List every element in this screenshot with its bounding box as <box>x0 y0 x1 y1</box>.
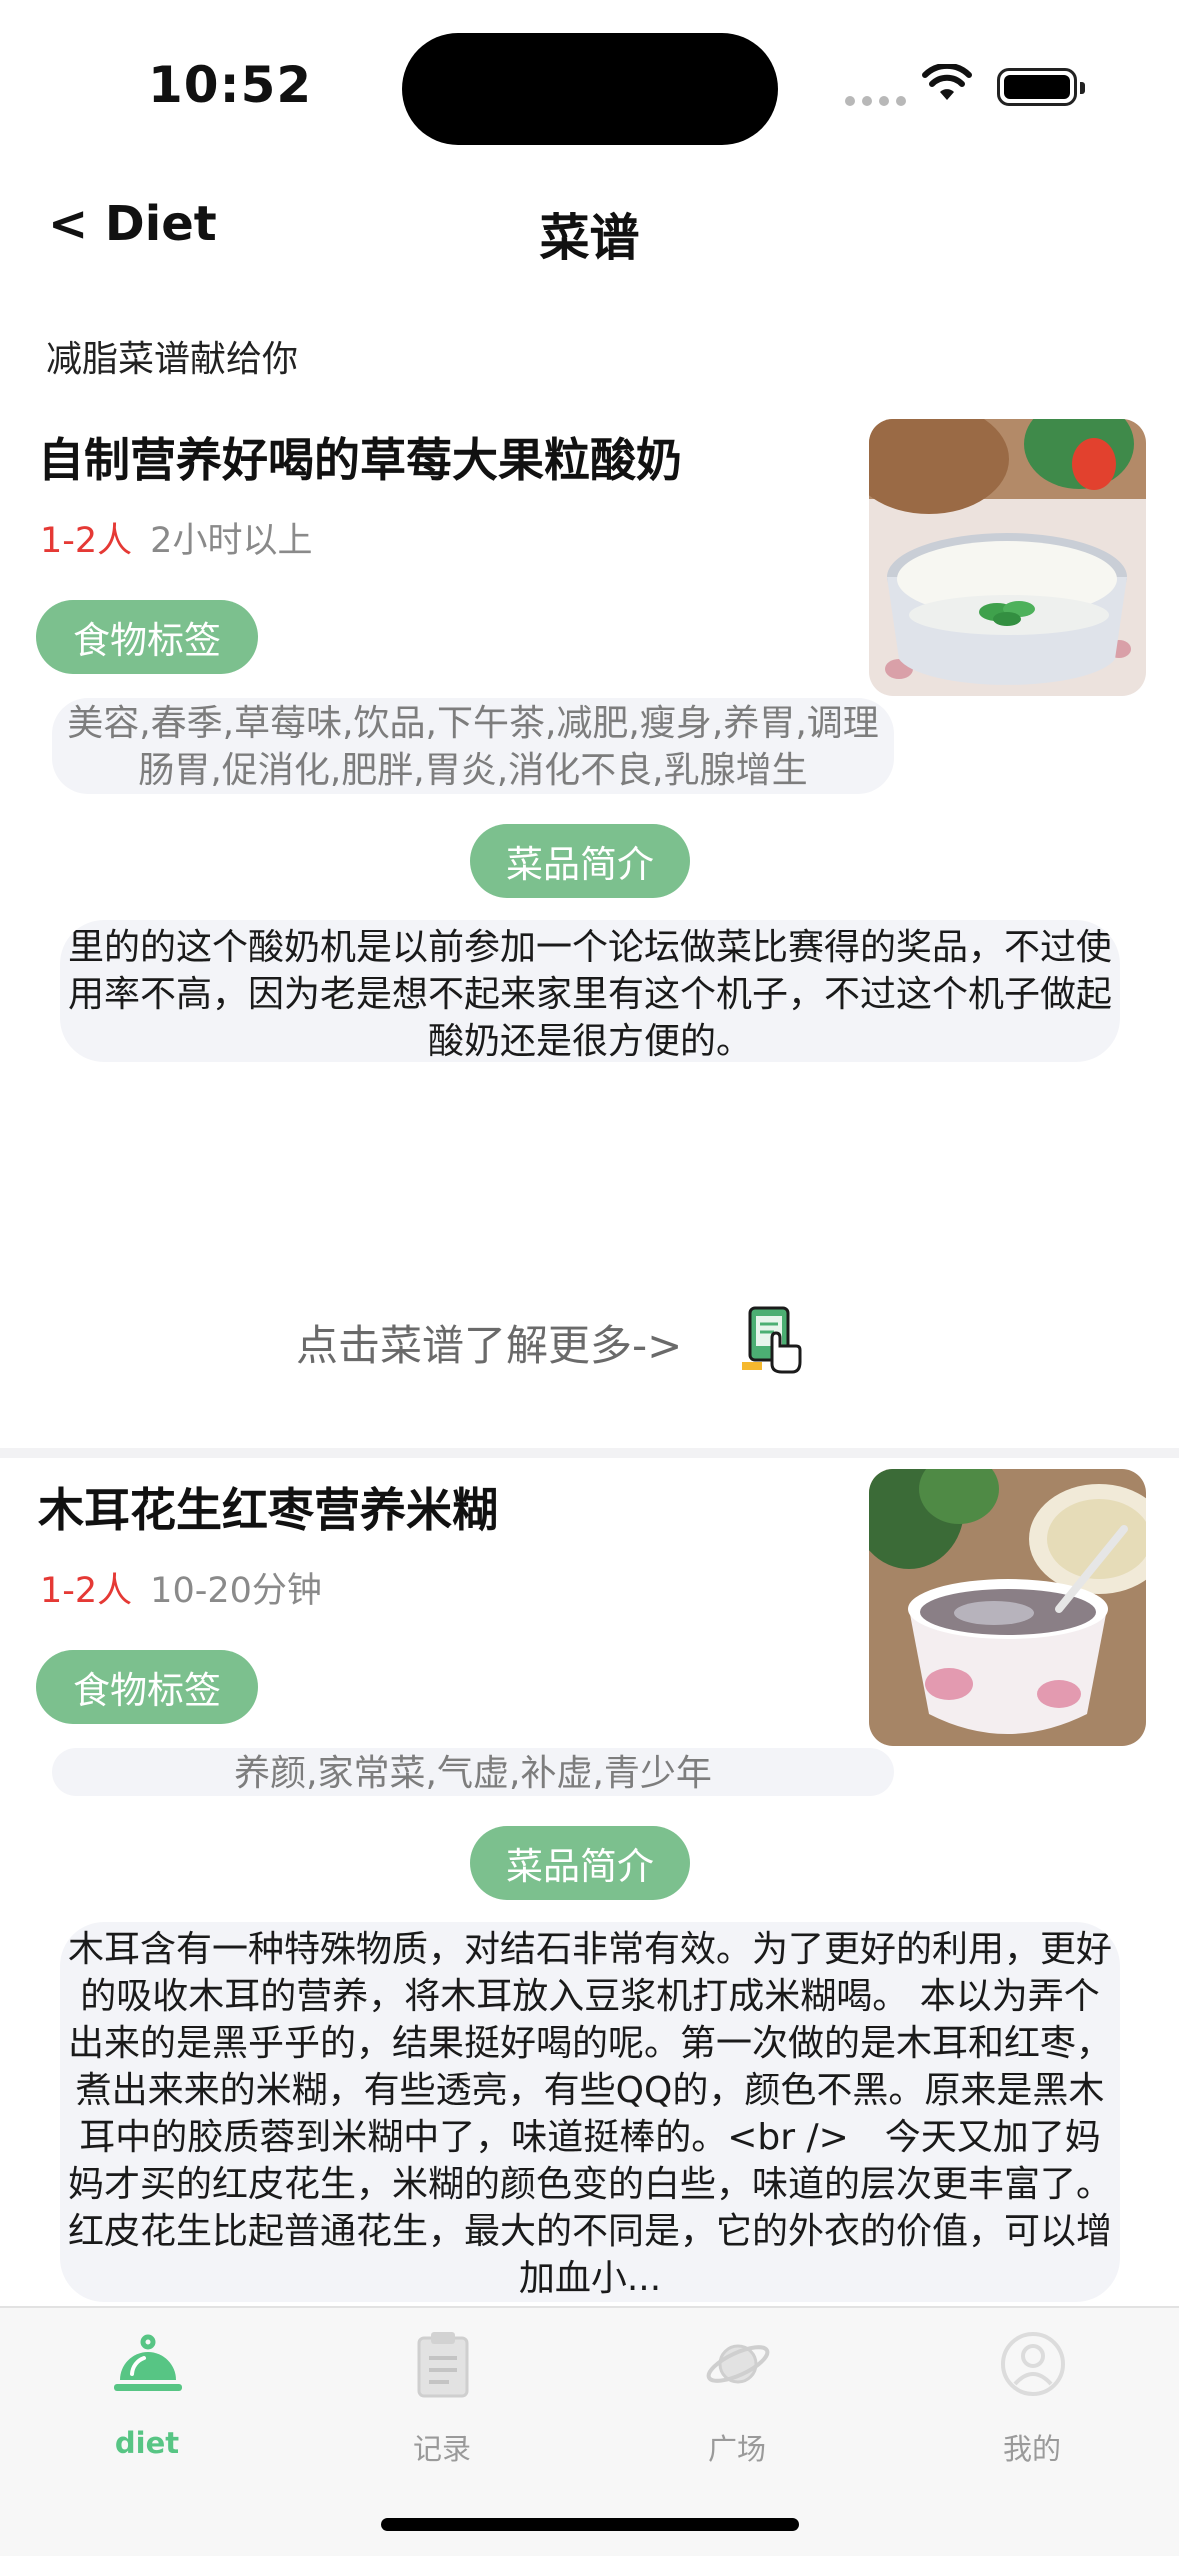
cellular-signal-icon <box>845 96 906 106</box>
dynamic-island <box>402 33 778 145</box>
duration-label: 2小时以上 <box>150 521 313 561</box>
food-tags-text: 美容,春季,草莓味,饮品,下午茶,减肥,瘦身,养胃,调理肠胃,促消化,肥胖,胃炎… <box>52 698 894 794</box>
status-time: 10:52 <box>148 56 313 114</box>
section-divider <box>0 1448 1179 1458</box>
more-recipes-link[interactable]: 点击菜谱了解更多-> <box>296 1312 682 1373</box>
recipe-image-rice-paste[interactable] <box>869 1469 1146 1746</box>
recipe-title: 自制营养好喝的草莓大果粒酸奶 <box>38 433 682 487</box>
clipboard-icon <box>417 2332 469 2398</box>
food-tags-label: 食物标签 <box>36 600 258 674</box>
dish-intro-text: 里的的这个酸奶机是以前参加一个论坛做菜比赛得的奖品，不过使用率不高，因为老是想不… <box>60 920 1120 1062</box>
tab-mine[interactable]: 我的 <box>885 2308 1179 2468</box>
tab-diet[interactable]: diet <box>0 2308 294 2468</box>
cloche-icon <box>114 2334 182 2391</box>
tap-phone-icon[interactable] <box>742 1306 802 1374</box>
tab-label: 记录 <box>412 2432 471 2466</box>
status-bar: 10:52 <box>0 0 1179 170</box>
food-tags-text: 养颜,家常菜,气虚,补虚,青少年 <box>52 1748 894 1796</box>
tab-label: 我的 <box>1002 2432 1061 2466</box>
wifi-icon <box>922 64 972 100</box>
food-tags-label: 食物标签 <box>36 1650 258 1724</box>
recipe-meta: 1-2人 2小时以上 <box>40 512 312 563</box>
page-title: 菜谱 <box>539 209 640 267</box>
dish-intro-label: 菜品简介 <box>470 824 690 898</box>
tab-label: diet <box>114 2426 180 2460</box>
duration-label: 10-20分钟 <box>150 1571 322 1611</box>
recipe-meta: 1-2人 10-20分钟 <box>40 1562 322 1613</box>
planet-icon <box>706 2344 770 2384</box>
tab-square[interactable]: 广场 <box>590 2308 884 2468</box>
recipe-image-yogurt[interactable] <box>869 419 1146 696</box>
tab-records[interactable]: 记录 <box>295 2308 589 2468</box>
dish-intro-text: 木耳含有一种特殊物质，对结石非常有效。为了更好的利用，更好的吸收木耳的营养，将木… <box>60 1922 1120 2302</box>
battery-icon <box>997 68 1085 106</box>
dish-intro-label: 菜品简介 <box>470 1826 690 1900</box>
page-subtitle: 减脂菜谱献给你 <box>46 339 299 380</box>
recipe-title: 木耳花生红枣营养米糊 <box>38 1483 498 1537</box>
user-icon <box>1001 2332 1065 2396</box>
servings-label: 1-2人 <box>40 1571 133 1611</box>
home-indicator <box>381 2518 799 2531</box>
tab-label: 广场 <box>707 2432 766 2466</box>
servings-label: 1-2人 <box>40 521 133 561</box>
